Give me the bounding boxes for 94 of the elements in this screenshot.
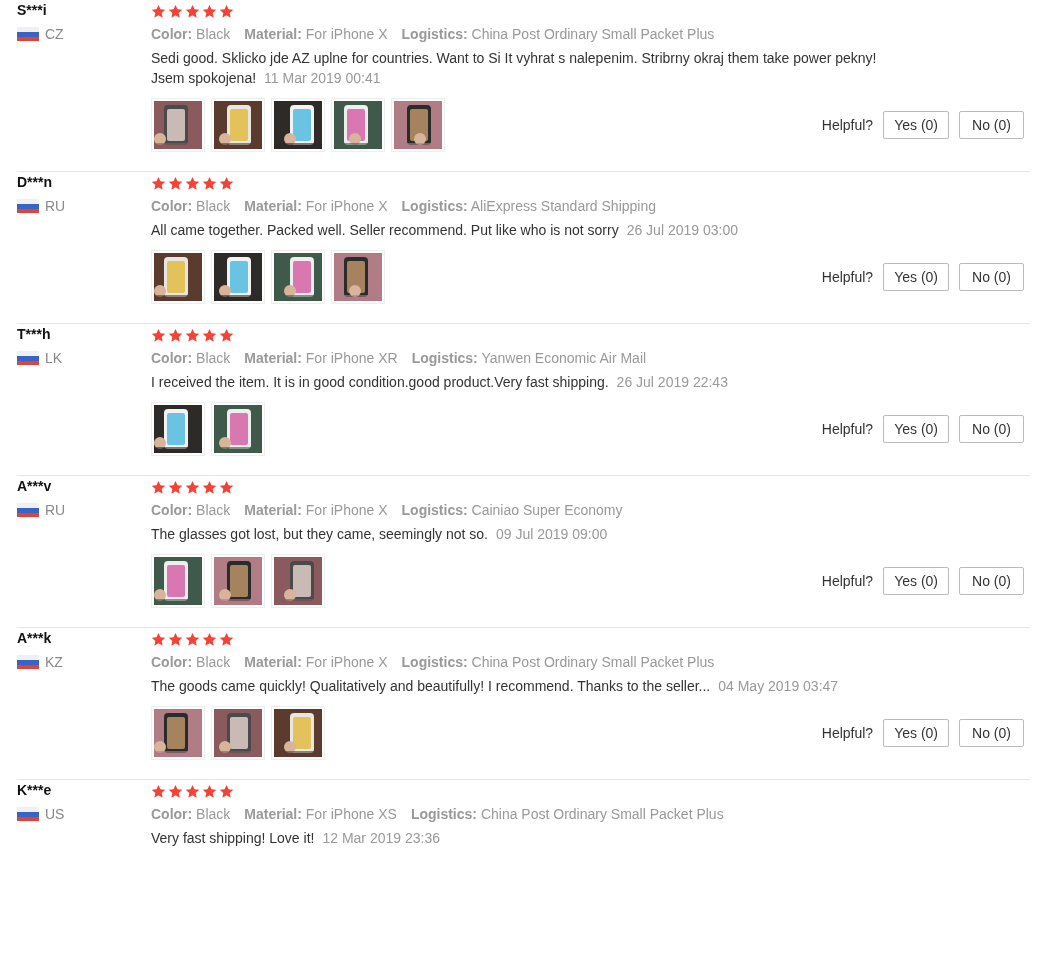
flag-icon [17, 503, 39, 517]
star-icon [168, 479, 183, 495]
star-icon [185, 631, 200, 647]
star-icon [151, 175, 166, 191]
helpful-label: Helpful? [821, 725, 874, 741]
attribute-text: Color: Black [151, 654, 231, 670]
review-date: 09 Jul 2019 09:00 [495, 525, 608, 544]
no-button[interactable]: No (0) [959, 111, 1024, 139]
star-icon [151, 631, 166, 647]
review-date: 11 Mar 2019 00:41 [264, 69, 381, 88]
attribute-text: Logistics: Cainiao Super Economy [401, 502, 623, 518]
country-code: CZ [45, 26, 64, 42]
star-icon [202, 175, 217, 191]
no-button[interactable]: No (0) [959, 263, 1024, 291]
attribute-text: Logistics: China Post Ordinary Small Packet Plus [401, 26, 715, 42]
attribute-text: Logistics: China Post Ordinary Small Packet Plus [401, 654, 715, 670]
star-icon [168, 175, 183, 191]
attribute-text: Color: Black [151, 350, 231, 366]
star-icon [219, 327, 234, 343]
star-icon [219, 479, 234, 495]
review-text: All came together. Packed well. Seller recommend. Put like who is not sorry [151, 221, 619, 240]
star-icon [202, 783, 217, 799]
no-button[interactable]: No (0) [959, 567, 1024, 595]
attribute-text: Logistics: AliExpress Standard Shipping [401, 198, 656, 214]
star-icon [185, 175, 200, 191]
attribute-text: Material: For iPhone XS [244, 806, 397, 822]
star-icon [168, 631, 183, 647]
review-text: The glasses got lost, but they came, seemingly not so. [151, 525, 488, 544]
country-code: LK [45, 350, 63, 366]
flag-icon [17, 655, 39, 669]
star-icon [202, 3, 217, 19]
star-icon [168, 327, 183, 343]
attribute-text: Color: Black [151, 26, 231, 42]
helpful-label: Helpful? [821, 573, 874, 589]
reviewer-name: A***v [17, 478, 53, 494]
star-icon [202, 631, 217, 647]
country-code: RU [45, 198, 66, 214]
country-code: KZ [45, 654, 63, 670]
no-button[interactable]: No (0) [959, 719, 1024, 747]
star-icon [185, 327, 200, 343]
attribute-text: Material: For iPhone XR [244, 350, 398, 366]
attribute-text: Logistics: China Post Ordinary Small Packet Plus [410, 806, 724, 822]
star-icon [151, 479, 166, 495]
star-icon [219, 3, 234, 19]
attribute-text: Material: For iPhone X [244, 654, 388, 670]
review-date: 12 Mar 2019 23:36 [322, 829, 440, 848]
country-code: RU [45, 502, 66, 518]
star-icon [151, 3, 166, 19]
flag-icon [17, 27, 39, 41]
review-date: 04 May 2019 03:47 [718, 677, 839, 696]
star-icon [219, 175, 234, 191]
reviewer-name: T***h [17, 326, 52, 342]
review-text: The goods came quickly! Qualitatively and beautifully! I recommend. Thanks to the seller... [151, 677, 711, 696]
yes-button[interactable]: Yes (0) [883, 263, 949, 291]
reviewer-name: S***i [17, 2, 48, 18]
yes-button[interactable]: Yes (0) [883, 111, 949, 139]
review-date: 26 Jul 2019 03:00 [626, 221, 738, 240]
star-icon [219, 631, 234, 647]
attribute-text: Material: For iPhone X [244, 502, 388, 518]
reviewer-name: K***e [17, 782, 53, 798]
star-icon [185, 479, 200, 495]
helpful-label: Helpful? [821, 117, 874, 133]
review-text: Jsem spokojena! [151, 69, 257, 88]
flag-icon [17, 199, 39, 213]
reviewer-name: D***n [17, 174, 53, 190]
helpful-label: Helpful? [821, 269, 874, 285]
flag-icon [17, 807, 39, 821]
flag-icon [17, 351, 39, 365]
review-date: 26 Jul 2019 22:43 [616, 373, 728, 392]
star-icon [185, 3, 200, 19]
star-icon [202, 327, 217, 343]
star-icon [202, 479, 217, 495]
star-icon [219, 783, 234, 799]
star-icon [151, 783, 166, 799]
star-icon [185, 783, 200, 799]
attribute-text: Color: Black [151, 806, 231, 822]
review-text: Very fast shipping! Love it! [151, 829, 315, 848]
helpful-label: Helpful? [821, 421, 874, 437]
yes-button[interactable]: Yes (0) [883, 567, 949, 595]
no-button[interactable]: No (0) [959, 415, 1024, 443]
attribute-text: Material: For iPhone X [244, 26, 388, 42]
reviewer-name: A***k [17, 630, 53, 646]
review-text: Sedi good. Sklicko jde AZ uplne for countries. Want to Si It vyhrat s nalepenim. Stribrny okraj them take power pekny! [151, 49, 878, 68]
yes-button[interactable]: Yes (0) [883, 415, 949, 443]
attribute-text: Color: Black [151, 198, 231, 214]
attribute-text: Color: Black [151, 502, 231, 518]
country-code: US [45, 806, 65, 822]
attribute-text: Logistics: Yanwen Economic Air Mail [411, 350, 647, 366]
review-text: I received the item. It is in good condition.good product.Very fast shipping. [151, 373, 609, 392]
attribute-text: Material: For iPhone X [244, 198, 388, 214]
star-icon [168, 783, 183, 799]
star-icon [168, 3, 183, 19]
star-icon [151, 327, 166, 343]
yes-button[interactable]: Yes (0) [883, 719, 949, 747]
